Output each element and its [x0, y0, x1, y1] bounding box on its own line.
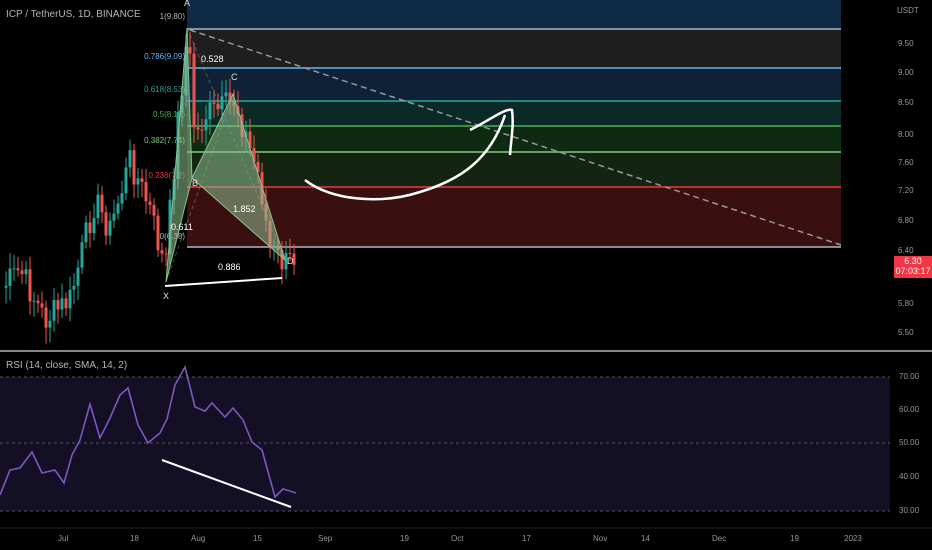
candle-body	[24, 269, 28, 275]
rsi-title: RSI (14, close, SMA, 14, 2)	[6, 360, 128, 371]
pattern-ratio-label: 1.852	[233, 204, 256, 214]
candle-body	[136, 178, 140, 185]
rsi-tick: 30.00	[899, 506, 920, 515]
candle-body	[112, 213, 116, 221]
price-tick: 6.80	[898, 216, 914, 225]
candle-body	[216, 103, 220, 110]
candle-body	[8, 268, 12, 286]
time-tick: Dec	[712, 534, 726, 543]
candle-body	[56, 300, 60, 310]
candle-body	[52, 300, 56, 321]
candle-body	[192, 53, 196, 128]
fib-level-label: 0.618(8.53)	[144, 85, 185, 94]
pattern-point-label: A	[184, 0, 190, 8]
time-tick: 2023	[844, 534, 862, 543]
bar-countdown: 07:03:17	[895, 266, 931, 276]
price-tick: 5.80	[898, 299, 914, 308]
price-axis-unit: USDT	[897, 6, 919, 15]
price-tick: 8.00	[898, 130, 914, 139]
candle-body	[116, 203, 120, 214]
candle-body	[4, 285, 8, 288]
price-tick: 7.20	[898, 186, 914, 195]
candle-body	[12, 268, 16, 270]
candle-body	[20, 270, 24, 275]
fib-level-label: 1(9.80)	[160, 12, 186, 21]
candle-body	[104, 212, 108, 236]
rsi-tick: 50.00	[899, 438, 920, 447]
candle-body	[212, 102, 216, 104]
current-price-tag: 6.30 07:03:17	[894, 256, 932, 278]
pattern-ratio-label: 0.528	[201, 54, 224, 64]
price-tick: 8.50	[898, 98, 914, 107]
time-tick: Jul	[58, 534, 68, 543]
candle-body	[140, 178, 144, 182]
candle-body	[160, 250, 164, 254]
candle-body	[148, 201, 152, 205]
current-price: 6.30	[904, 256, 922, 266]
candle-body	[144, 181, 148, 202]
candle-body	[32, 300, 36, 302]
candle-body	[288, 253, 292, 255]
candle-body	[208, 102, 212, 120]
candle-body	[92, 218, 96, 234]
candle-body	[28, 269, 32, 302]
pattern-ratio-label: 0.611	[171, 222, 193, 232]
time-tick: 14	[641, 534, 650, 543]
pattern-point-label: D	[287, 256, 294, 266]
candle-body	[36, 300, 40, 304]
price-tick: 6.40	[898, 246, 914, 255]
candle-body	[60, 298, 64, 310]
candle-body	[40, 303, 44, 308]
candle-body	[76, 267, 80, 286]
pattern-ratio-label: 0.886	[218, 262, 241, 272]
rsi-tick: 60.00	[899, 405, 920, 414]
candle-body	[16, 268, 20, 271]
price-tick: 9.00	[898, 68, 914, 77]
time-tick: Nov	[593, 534, 607, 543]
candle-body	[204, 119, 208, 131]
candle-body	[152, 204, 156, 216]
candle-body	[72, 285, 76, 290]
price-tick: 9.50	[898, 39, 914, 48]
candle-body	[100, 194, 104, 213]
candle-body	[48, 320, 52, 328]
time-tick: 17	[522, 534, 531, 543]
rsi-tick: 70.00	[899, 372, 920, 381]
candle-body	[84, 222, 88, 243]
candle-body	[120, 193, 124, 204]
candle-body	[68, 289, 72, 309]
candle-body	[132, 150, 136, 185]
chart-title: ICP / TetherUS, 1D, BINANCE	[6, 9, 141, 20]
pattern-point-label: B	[192, 178, 198, 188]
candle-body	[128, 150, 132, 168]
candle-body	[164, 253, 168, 255]
candle-body	[108, 220, 112, 236]
time-tick: 19	[790, 534, 799, 543]
candle-body	[156, 215, 160, 251]
chart-canvas[interactable]: 1(9.80)0.786(9.09)0.618(8.53)0.5(8.13)0.…	[0, 0, 932, 550]
rsi-tick: 40.00	[899, 472, 920, 481]
pattern-point-label: C	[231, 72, 238, 82]
candle-body	[96, 194, 100, 219]
time-tick: 15	[253, 534, 262, 543]
candle-body	[196, 127, 200, 130]
time-tick: Sep	[318, 534, 333, 543]
time-tick: 19	[400, 534, 409, 543]
price-tick: 5.50	[898, 328, 914, 337]
candle-body	[200, 129, 204, 131]
candle-body	[124, 167, 128, 194]
pattern-point-label: X	[163, 291, 169, 301]
fib-level-label: 0.786(9.09)	[144, 52, 185, 61]
candle-body	[188, 47, 192, 54]
candle-body	[64, 298, 68, 309]
candle-body	[224, 92, 228, 97]
time-tick: Aug	[191, 534, 205, 543]
candle-body	[88, 222, 92, 234]
candle-body	[80, 242, 84, 268]
time-tick: Oct	[451, 534, 464, 543]
price-tick: 7.60	[898, 158, 914, 167]
time-tick: 18	[130, 534, 139, 543]
candle-body	[44, 307, 48, 328]
